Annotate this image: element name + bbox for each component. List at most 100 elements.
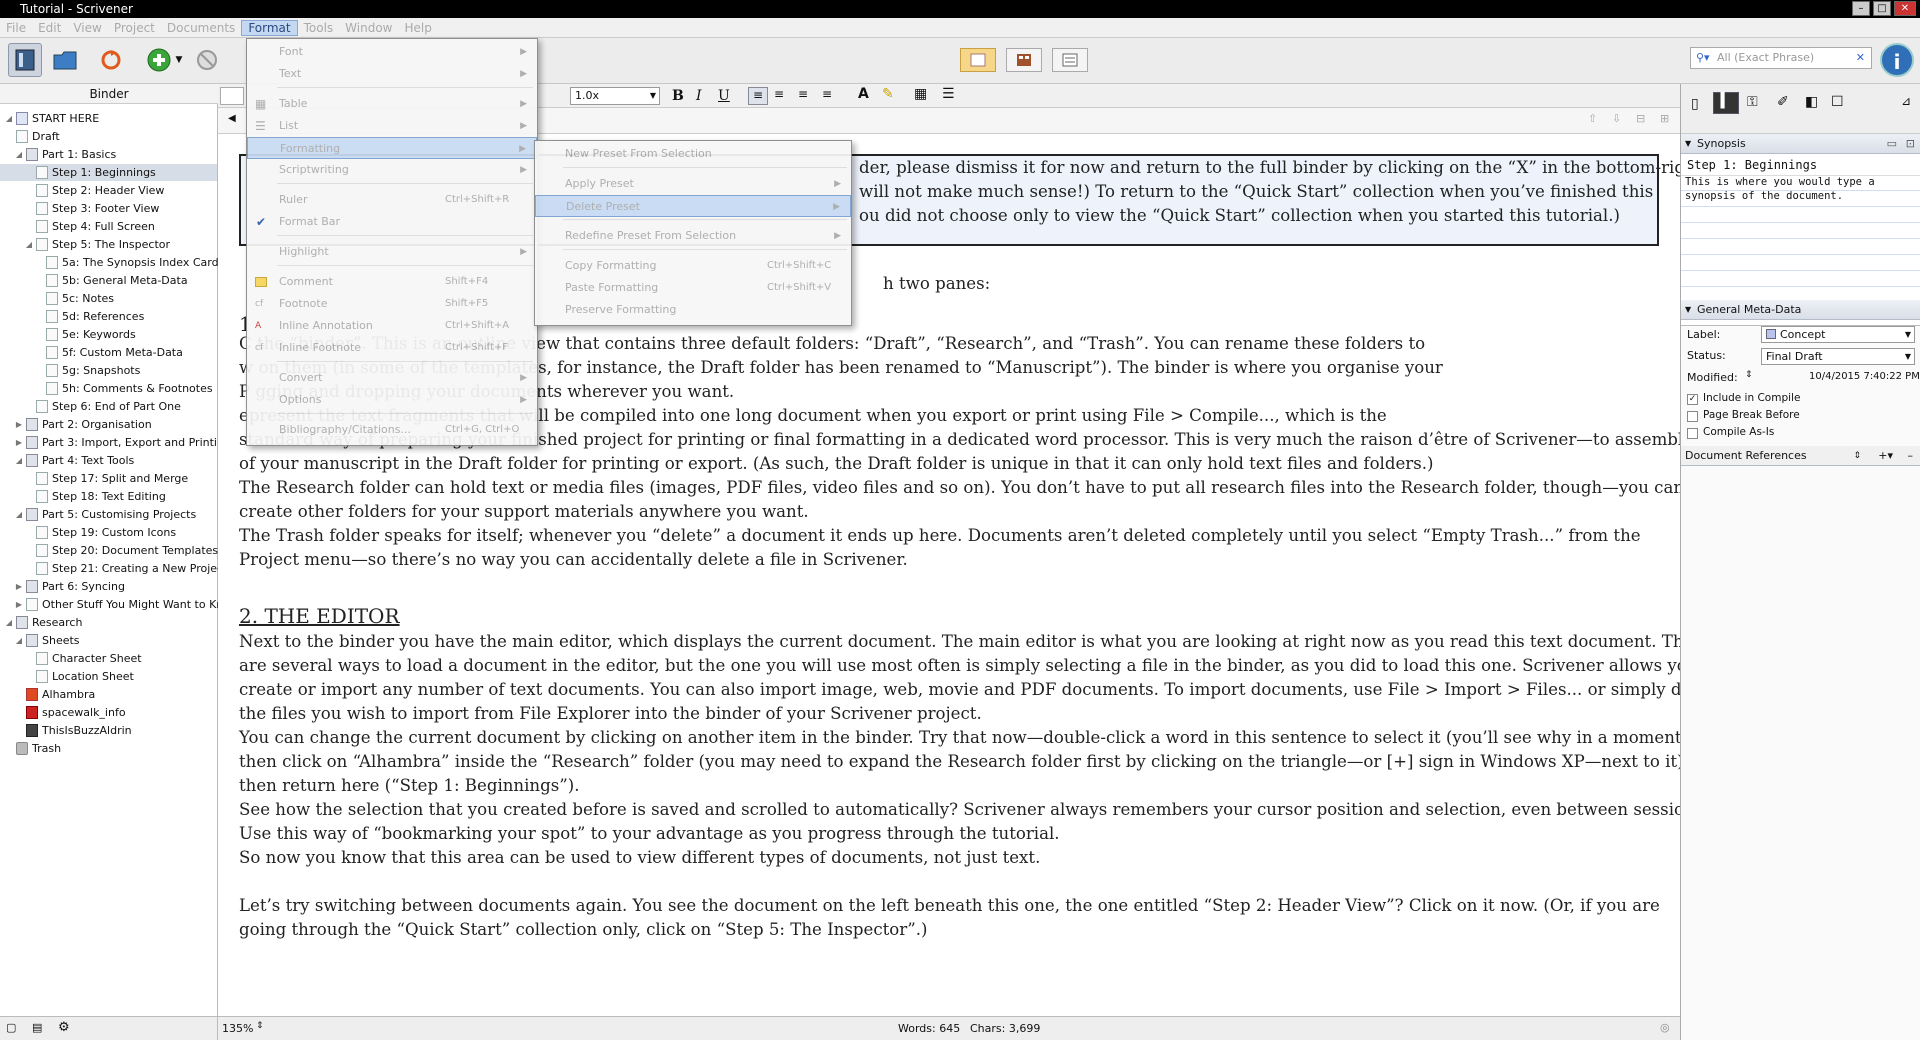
add-folder-icon[interactable]: ▤ bbox=[32, 1021, 42, 1034]
align-left-icon[interactable]: ≡ bbox=[748, 87, 768, 105]
outliner-view-icon[interactable] bbox=[1052, 48, 1088, 72]
submenu-item-redefine-preset[interactable]: Redefine Preset From Selection ▶ bbox=[535, 225, 851, 247]
expand-triangle-icon[interactable]: ◢ bbox=[4, 614, 14, 631]
references-tab-icon[interactable]: ✐ bbox=[1777, 94, 1789, 110]
gear-icon[interactable]: ⚙ bbox=[58, 1020, 70, 1035]
split-vertical-icon[interactable]: ⊞ bbox=[1660, 112, 1669, 125]
scrivenings-view-icon[interactable] bbox=[960, 48, 996, 72]
synopsis-title-field[interactable]: Step 1: Beginnings bbox=[1681, 154, 1920, 176]
label-select[interactable]: Concept ▼ bbox=[1761, 326, 1915, 343]
menu-help[interactable]: Help bbox=[399, 21, 438, 35]
align-center-icon[interactable]: ≡ bbox=[774, 87, 784, 101]
modified-stepper-icon[interactable]: ⇕ bbox=[1745, 370, 1753, 380]
submenu-item-new-preset[interactable]: New Preset From Selection bbox=[535, 143, 851, 165]
clear-search-icon[interactable]: ✕ bbox=[1856, 48, 1865, 68]
highlight-icon[interactable]: ✎ bbox=[882, 86, 894, 102]
expand-triangle-icon[interactable]: ◢ bbox=[14, 632, 24, 649]
delete-item-icon[interactable] bbox=[190, 43, 224, 77]
menu-item-formatting[interactable]: Formatting ▶ bbox=[247, 137, 537, 159]
submenu-item-delete-preset[interactable]: Delete Preset ▶ bbox=[535, 195, 851, 217]
collapsed-triangle-icon[interactable]: ▶ bbox=[14, 416, 24, 433]
menu-item-highlight[interactable]: Highlight ▶ bbox=[247, 241, 537, 263]
expand-triangle-icon[interactable]: ◢ bbox=[14, 506, 24, 523]
snapshots-tab-icon[interactable]: ◧ bbox=[1805, 94, 1818, 110]
align-right-icon[interactable]: ≡ bbox=[798, 87, 808, 101]
menu-file[interactable]: File bbox=[0, 21, 32, 35]
collapsed-triangle-icon[interactable]: ▶ bbox=[14, 596, 24, 613]
menu-format[interactable]: Format bbox=[241, 19, 298, 36]
menu-tools[interactable]: Tools bbox=[298, 21, 340, 35]
notes-tab-icon[interactable]: ▯ bbox=[1691, 96, 1699, 112]
menu-item-comment[interactable]: Comment Shift+F4 bbox=[247, 271, 537, 293]
menu-item-format-bar[interactable]: ✔ Format Bar bbox=[247, 211, 537, 233]
collapsed-triangle-icon[interactable]: ▶ bbox=[14, 434, 24, 451]
image-toggle-icon[interactable]: ▭ bbox=[1887, 134, 1897, 154]
expand-triangle-icon[interactable]: ◢ bbox=[14, 146, 24, 163]
page-break-checkbox[interactable] bbox=[1687, 411, 1698, 422]
menu-item-bibliography[interactable]: Bibliography/Citations... Ctrl+G, Ctrl+O bbox=[247, 419, 537, 441]
arrow-up-icon[interactable]: ⇧ bbox=[1588, 112, 1597, 125]
italic-icon[interactable]: I bbox=[696, 88, 702, 104]
document-references-header[interactable]: Document References ⇕ +▾ – bbox=[1681, 446, 1920, 466]
menu-item-table[interactable]: ▦ Table ▶ bbox=[247, 93, 537, 115]
submenu-item-paste-formatting[interactable]: Paste Formatting Ctrl+Shift+V bbox=[535, 277, 851, 299]
remove-reference-icon[interactable]: – bbox=[1908, 446, 1914, 466]
lock-icon[interactable]: ⊿ bbox=[1901, 94, 1911, 108]
search-input[interactable]: ⚲▾ All (Exact Phrase) ✕ bbox=[1690, 47, 1872, 69]
submenu-item-copy-formatting[interactable]: Copy Formatting Ctrl+Shift+C bbox=[535, 255, 851, 277]
line-spacing-select[interactable]: 1.0x ▼ bbox=[570, 87, 660, 105]
menu-item-options[interactable]: Options ▶ bbox=[247, 389, 537, 411]
menu-window[interactable]: Window bbox=[339, 21, 398, 35]
list-icon[interactable]: ☰ bbox=[942, 86, 955, 102]
menu-item-scriptwriting[interactable]: Scriptwriting ▶ bbox=[247, 159, 537, 181]
menu-item-text[interactable]: Text ▶ bbox=[247, 63, 537, 85]
target-icon[interactable]: ◎ bbox=[1660, 1021, 1670, 1034]
menu-item-ruler[interactable]: Ruler Ctrl+Shift+R bbox=[247, 189, 537, 211]
menu-view[interactable]: View bbox=[67, 21, 107, 35]
sync-icon[interactable] bbox=[94, 43, 128, 77]
compile-as-is-checkbox[interactable] bbox=[1687, 428, 1698, 439]
underline-icon[interactable]: U bbox=[718, 88, 730, 104]
menu-item-inline-annotation[interactable]: A Inline Annotation Ctrl+Shift+A bbox=[247, 315, 537, 337]
arrow-down-icon[interactable]: ⇩ bbox=[1612, 112, 1621, 125]
collapse-triangle-icon[interactable]: ▼ bbox=[1685, 300, 1691, 320]
add-document-icon[interactable]: ▢ bbox=[6, 1021, 16, 1034]
menu-documents[interactable]: Documents bbox=[161, 21, 241, 35]
split-icon[interactable]: ⊟ bbox=[1636, 112, 1645, 125]
refs-stepper-icon[interactable]: ⇕ bbox=[1853, 446, 1861, 466]
submenu-item-apply-preset[interactable]: Apply Preset ▶ bbox=[535, 173, 851, 195]
expand-triangle-icon[interactable]: ◢ bbox=[14, 452, 24, 469]
include-compile-checkbox[interactable]: ✓ bbox=[1687, 394, 1698, 405]
font-family-select[interactable] bbox=[220, 87, 244, 105]
submenu-item-preserve-formatting[interactable]: Preserve Formatting bbox=[535, 299, 851, 321]
meta-data-section-header[interactable]: ▼ General Meta-Data bbox=[1681, 300, 1920, 320]
corkboard-view-icon[interactable] bbox=[1006, 48, 1042, 72]
menu-project[interactable]: Project bbox=[108, 21, 161, 35]
collapsed-triangle-icon[interactable]: ▶ bbox=[14, 578, 24, 595]
text-color-icon[interactable]: A bbox=[858, 86, 869, 102]
comments-tab-icon[interactable]: ☐ bbox=[1831, 94, 1844, 110]
menu-item-inline-footnote[interactable]: cf Inline Footnote Ctrl+Shift+F bbox=[247, 337, 537, 359]
zoom-stepper-icon[interactable]: ⇕ bbox=[256, 1021, 264, 1031]
add-item-icon[interactable] bbox=[142, 43, 176, 77]
navigate-back-icon[interactable]: ◀ bbox=[228, 113, 236, 124]
status-select[interactable]: Final Draft ▼ bbox=[1761, 348, 1915, 365]
inspector-toggle-icon[interactable]: i bbox=[1880, 43, 1914, 77]
table-icon[interactable]: ▦ bbox=[914, 86, 927, 102]
menu-item-list[interactable]: ☰ List ▶ bbox=[247, 115, 537, 137]
menu-item-footnote[interactable]: cf Footnote Shift+F5 bbox=[247, 293, 537, 315]
binder-toggle-icon[interactable] bbox=[8, 43, 42, 77]
expand-triangle-icon[interactable]: ◢ bbox=[24, 236, 34, 253]
close-window-button[interactable]: ✕ bbox=[1894, 1, 1916, 16]
collections-folder-icon[interactable] bbox=[48, 43, 82, 77]
menu-item-font[interactable]: Font ▶ bbox=[247, 41, 537, 63]
expand-triangle-icon[interactable]: ◢ bbox=[4, 110, 14, 127]
binder-item-step1[interactable]: Step 1: Beginnings bbox=[0, 164, 217, 181]
keywords-key-icon[interactable]: ⚿ bbox=[1747, 94, 1758, 110]
add-dropdown-chevron-icon[interactable]: ▼ bbox=[172, 43, 186, 77]
zoom-level[interactable]: 135% bbox=[222, 1022, 253, 1035]
align-justify-icon[interactable]: ≡ bbox=[822, 87, 832, 101]
bold-icon[interactable]: B bbox=[672, 88, 684, 104]
synopsis-tab-icon[interactable]: ▍ bbox=[1713, 92, 1739, 114]
synopsis-section-header[interactable]: ▼ Synopsis ▭ ⊡ bbox=[1681, 134, 1920, 154]
